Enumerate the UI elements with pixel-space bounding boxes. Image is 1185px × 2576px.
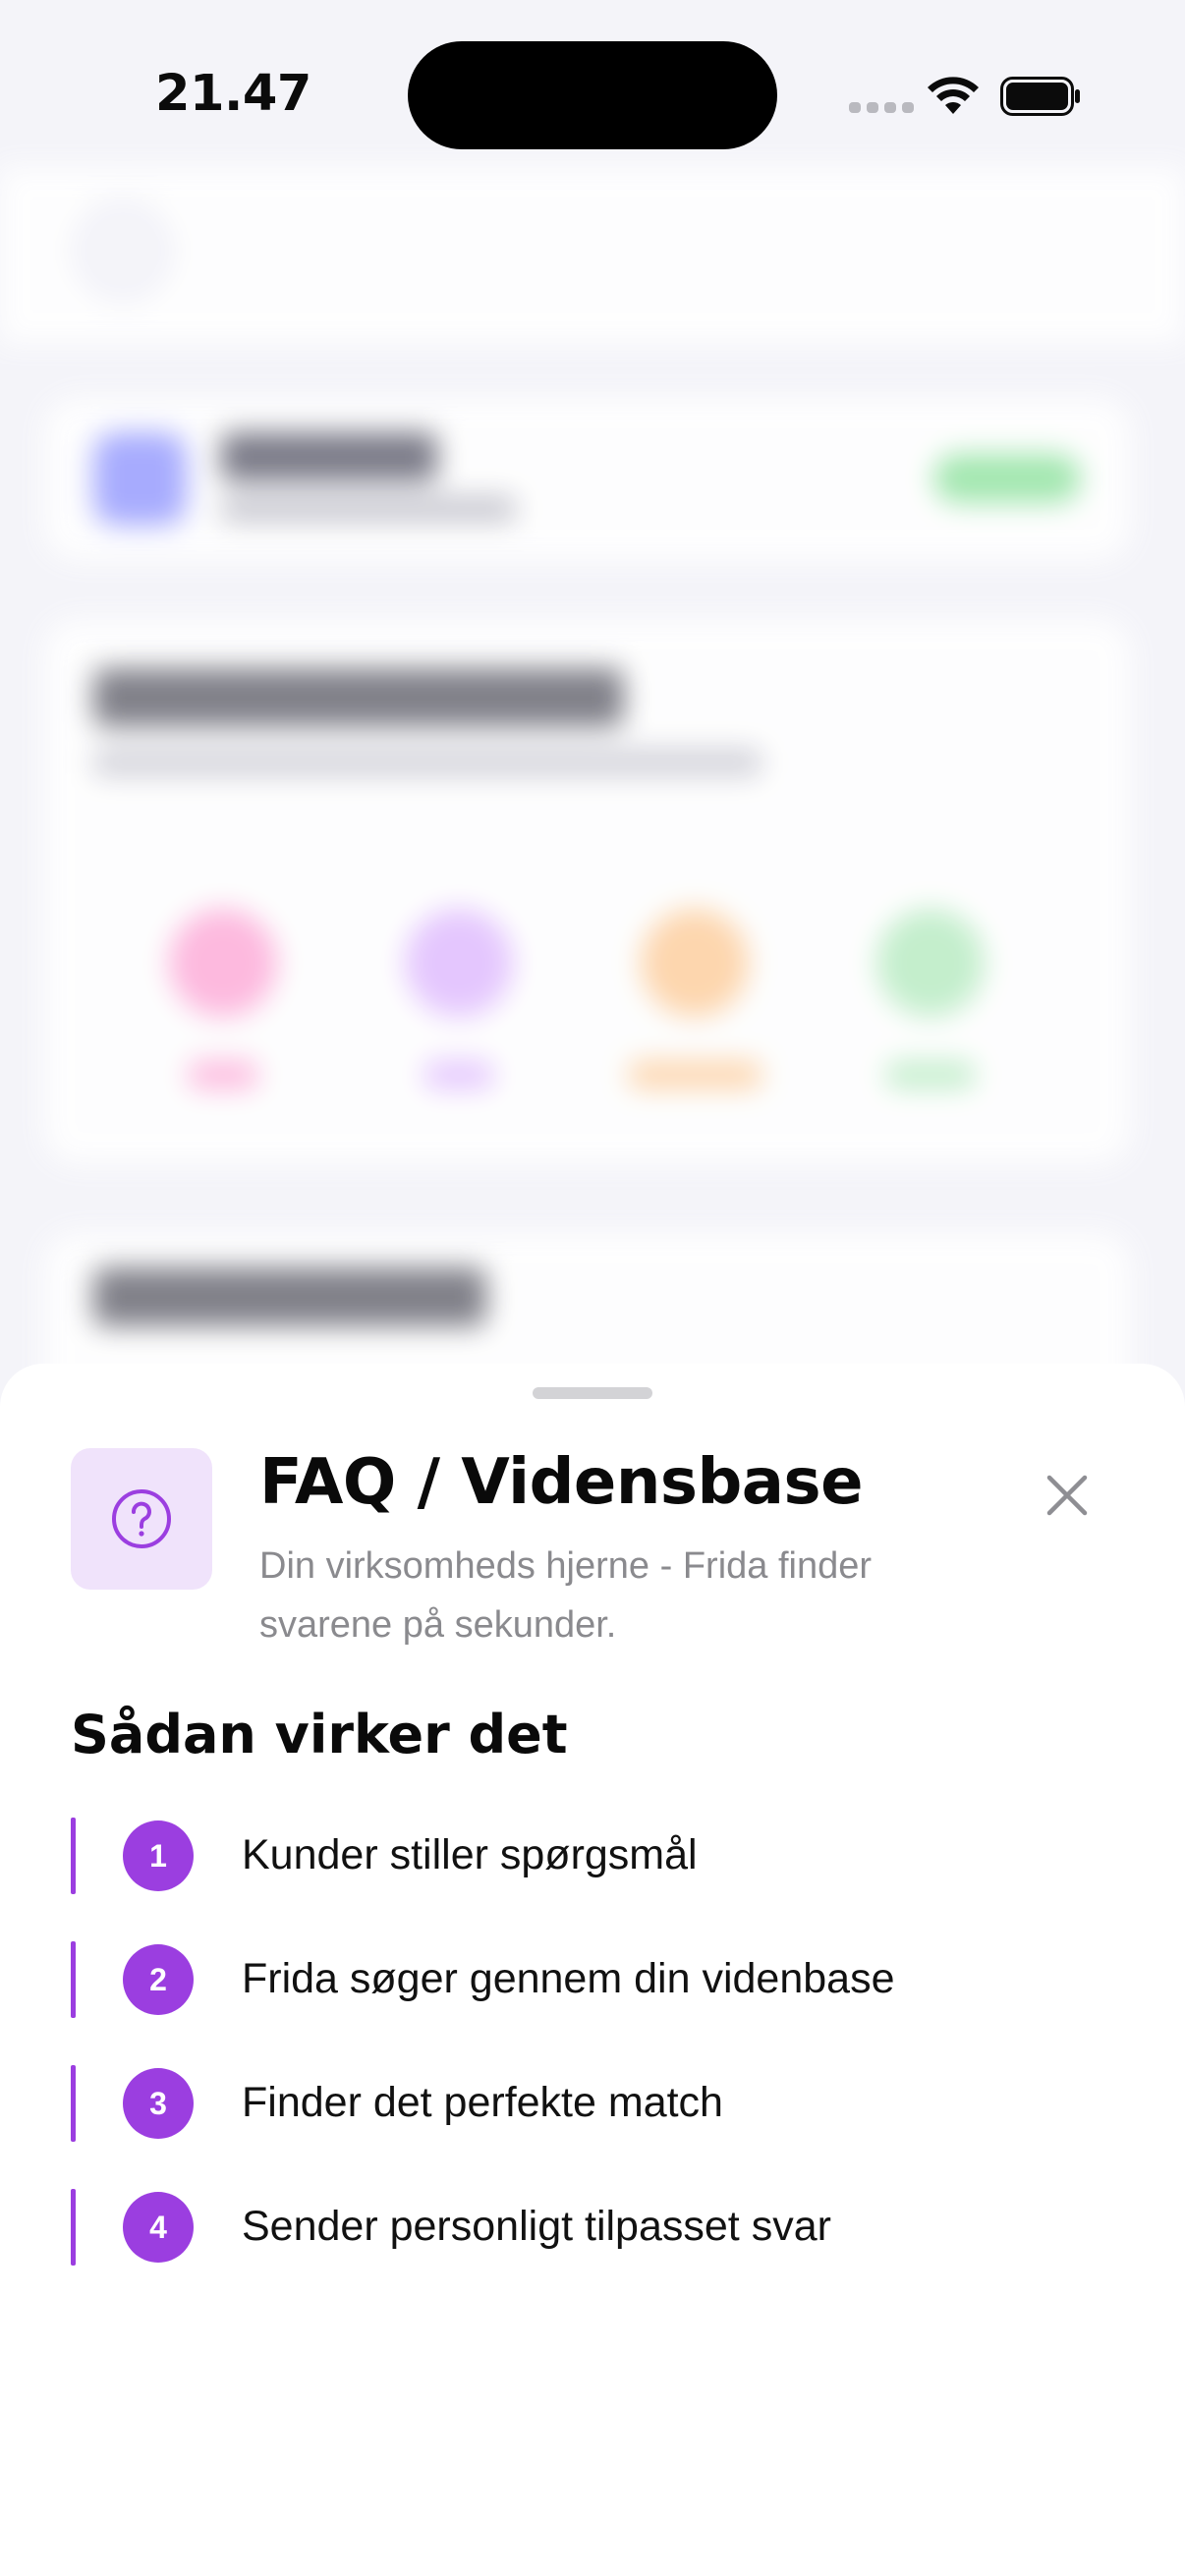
bg-status-card-subtitle: [221, 496, 516, 522]
bg-feature-label-orange: [629, 1061, 762, 1089]
bg-features-title: [93, 668, 624, 727]
bg-status-card-icon: [93, 432, 187, 526]
step-text: Kunder stiller spørgsmål: [242, 1831, 698, 1878]
step-number-badge: 2: [123, 1944, 194, 2015]
step-item: 4 Sender personligt tilpasset svar: [71, 2189, 1112, 2266]
bg-features-subtitle: [93, 749, 762, 776]
wifi-icon: [928, 77, 979, 114]
step-accent-bar: [71, 1818, 76, 1894]
bg-status-card-title: [221, 432, 437, 481]
bg-back-button: [69, 196, 177, 305]
info-bottom-sheet: FAQ / Vidensbase Din virksomheds hjerne …: [0, 1364, 1185, 2576]
bg-feature-icon-pink: [169, 909, 277, 1017]
bg-assistants-title: [93, 1267, 486, 1326]
status-bar: 21.47: [0, 0, 1185, 167]
step-accent-bar: [71, 2189, 76, 2266]
step-number-badge: 3: [123, 2068, 194, 2139]
bg-feature-icon-purple: [405, 909, 513, 1017]
sheet-title: FAQ / Vidensbase: [259, 1446, 863, 1519]
step-item: 1 Kunder stiller spørgsmål: [71, 1818, 1112, 1894]
step-accent-bar: [71, 2065, 76, 2142]
screen: 21.47 FAQ / Vidensbase Din virksomheds h: [0, 0, 1185, 2576]
step-accent-bar: [71, 1941, 76, 2018]
status-time: 21.47: [155, 65, 311, 123]
bg-feature-icon-green: [876, 909, 985, 1017]
steps-list: 1 Kunder stiller spørgsmål 2 Frida søger…: [71, 1818, 1112, 2313]
step-item: 2 Frida søger gennem din videnbase: [71, 1941, 1112, 2018]
bg-feature-label-purple: [424, 1061, 493, 1089]
bg-feature-label-green: [886, 1061, 975, 1089]
section-title: Sådan virker det: [71, 1704, 568, 1765]
close-icon[interactable]: [1042, 1470, 1093, 1521]
dynamic-island: [408, 41, 777, 149]
bg-status-badge: [933, 454, 1081, 503]
sheet-grabber[interactable]: [533, 1387, 652, 1399]
bg-feature-icon-orange: [641, 909, 749, 1017]
sheet-icon-tile: [71, 1448, 212, 1590]
bg-header: [0, 167, 1185, 344]
step-text: Sender personligt tilpasset svar: [242, 2203, 831, 2250]
battery-icon: [1000, 77, 1080, 116]
blurred-background-app: [0, 0, 1185, 1488]
question-circle-icon: [112, 1489, 171, 1548]
sheet-subtitle: Din virksomheds hjerne - Frida finder sv…: [259, 1545, 873, 1646]
step-number-badge: 1: [123, 1820, 194, 1891]
step-text: Frida søger gennem din videnbase: [242, 1955, 895, 2002]
cellular-signal-icon: [849, 102, 914, 113]
step-item: 3 Finder det perfekte match: [71, 2065, 1112, 2142]
step-number-badge: 4: [123, 2192, 194, 2263]
step-text: Finder det perfekte match: [242, 2079, 723, 2126]
bg-feature-label-pink: [189, 1061, 257, 1089]
